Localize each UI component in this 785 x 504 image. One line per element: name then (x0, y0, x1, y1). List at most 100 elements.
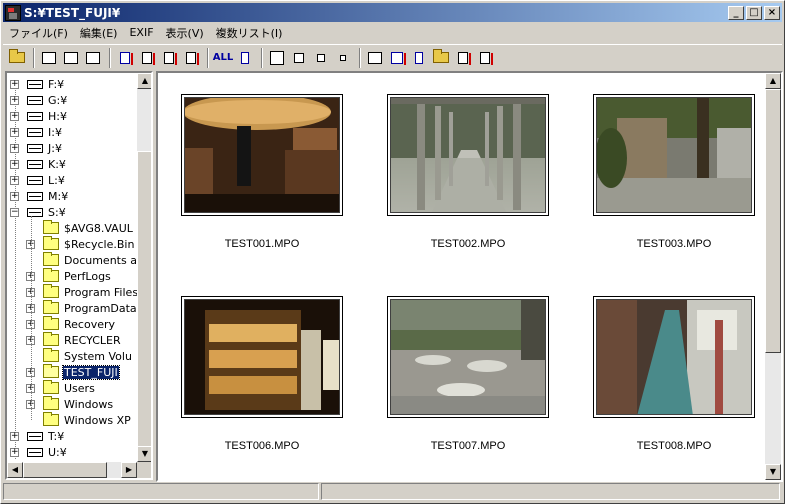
stereo-view-button[interactable] (365, 48, 385, 68)
tree-node[interactable]: J:¥ (27, 140, 63, 156)
tree-node[interactable]: I:¥ (27, 124, 63, 140)
tree-node[interactable]: Recovery (43, 316, 116, 332)
close-button[interactable]: × (764, 5, 780, 20)
tree-expander-icon[interactable]: + (10, 176, 19, 185)
tree-hscroll-thumb[interactable] (23, 462, 107, 478)
tree-node[interactable]: $Recycle.Bin (43, 236, 135, 252)
tree-node[interactable]: RECYCLER (43, 332, 122, 348)
select-all-button[interactable]: ALL (213, 48, 233, 68)
tree-node-label: L:¥ (48, 173, 65, 187)
tree-node-label: J:¥ (48, 141, 62, 155)
toolbar-separator (261, 47, 263, 68)
size-large-button[interactable] (267, 48, 287, 68)
tree-node[interactable]: Program Files (43, 284, 137, 300)
tree-scroll-right-icon[interactable]: ▶ (121, 462, 137, 478)
folder-icon (43, 300, 59, 314)
tree-expander-icon[interactable]: + (10, 144, 19, 153)
thumbnail-test008[interactable] (593, 296, 755, 418)
tree-node[interactable]: M:¥ (27, 188, 69, 204)
tree-expander-icon[interactable]: + (10, 80, 19, 89)
anaglyph-button[interactable] (387, 48, 407, 68)
folder-tree[interactable]: + F:¥ + G:¥ + H:¥ + I:¥ + J:¥ + K:¥ + L:¥ + M:¥ − S:¥ $AVG… (5, 71, 153, 480)
tree-node[interactable]: TEST_FUJI (43, 364, 120, 380)
size-tiny-button[interactable] (333, 48, 353, 68)
tree-node[interactable]: Users (43, 380, 96, 396)
tree-expander-icon[interactable]: + (10, 432, 19, 441)
tree-expander-icon[interactable]: + (10, 112, 19, 121)
view-list-button[interactable] (83, 48, 103, 68)
thumbnail-test006[interactable] (181, 296, 343, 418)
export-down-button[interactable] (453, 48, 473, 68)
drive-icon (27, 127, 43, 137)
size-small-button[interactable] (311, 48, 331, 68)
tree-horizontal-scrollbar[interactable]: ◀ ▶ (7, 462, 137, 478)
tree-node[interactable]: ProgramData (43, 300, 137, 316)
tree-node[interactable]: L:¥ (27, 172, 66, 188)
toolbar-separator (359, 47, 361, 68)
view-thumbnails-button[interactable] (39, 48, 59, 68)
gallery-scroll-down-icon[interactable]: ▼ (765, 464, 781, 480)
open-folder-icon (9, 49, 25, 63)
sort-name-button[interactable] (115, 48, 135, 68)
gallery-vertical-scrollbar[interactable]: ▲ ▼ (765, 73, 781, 480)
open-folder-button[interactable] (7, 48, 27, 68)
tree-node[interactable]: Documents a (43, 252, 137, 268)
thumbnail-view-icon (42, 51, 56, 64)
size-medium-button[interactable] (289, 48, 309, 68)
menu-edit[interactable]: 編集(E) (74, 25, 124, 41)
tree-scroll-down-icon[interactable]: ▼ (137, 446, 151, 462)
tree-node-label: U:¥ (48, 445, 67, 459)
tree-node[interactable]: PerfLogs (43, 268, 112, 284)
thumbnail-test002[interactable] (387, 94, 549, 216)
tree-node[interactable]: G:¥ (27, 92, 68, 108)
tree-button[interactable] (235, 48, 255, 68)
tree-expander-icon[interactable]: + (10, 96, 19, 105)
menu-file[interactable]: ファイル(F) (3, 25, 74, 41)
gallery-scroll-up-icon[interactable]: ▲ (765, 73, 781, 89)
tree-node[interactable]: T:¥ (27, 428, 65, 444)
tree-node[interactable]: Windows XP (43, 412, 132, 428)
tree-node[interactable]: H:¥ (27, 108, 68, 124)
tree-scroll-up-icon[interactable]: ▲ (137, 73, 151, 89)
folder-icon (43, 316, 59, 330)
tree-node[interactable]: F:¥ (27, 76, 65, 92)
tree-expander-icon[interactable]: + (10, 448, 19, 457)
tree-scroll-thumb[interactable] (137, 151, 151, 451)
tree-node-label: Documents a (64, 253, 137, 267)
menu-view[interactable]: 表示(V) (160, 25, 210, 41)
tree-node[interactable]: $AVG8.VAUL (43, 220, 134, 236)
tree-expander-icon[interactable]: + (10, 192, 19, 201)
minimize-button[interactable]: _ (728, 5, 744, 20)
thumbnail-test007[interactable] (387, 296, 549, 418)
tree-expander-icon[interactable]: + (10, 128, 19, 137)
tree-node[interactable]: System Volu (43, 348, 133, 364)
view-details-button[interactable] (61, 48, 81, 68)
drive-icon (27, 447, 43, 457)
thumbnail-test003[interactable] (593, 94, 755, 216)
sort-type-button[interactable] (181, 48, 201, 68)
sort-date-button[interactable] (137, 48, 157, 68)
save-folder-button[interactable] (431, 48, 451, 68)
tree-node[interactable]: K:¥ (27, 156, 67, 172)
tree-node[interactable]: S:¥ (27, 204, 67, 220)
menu-exif[interactable]: EXIF (123, 26, 159, 39)
tree-node[interactable]: U:¥ (27, 444, 68, 460)
export-up-button[interactable] (475, 48, 495, 68)
tree-node[interactable]: Windows (43, 396, 114, 412)
maximize-button[interactable]: □ (746, 5, 762, 20)
app-icon[interactable] (5, 4, 21, 21)
tree-expander-icon[interactable]: + (10, 160, 19, 169)
tree-vertical-scrollbar[interactable]: ▲ ▼ (137, 73, 151, 462)
drive-icon (27, 79, 43, 89)
menu-multi-list[interactable]: 複数リスト(I) (210, 25, 289, 41)
photo-stairway (596, 299, 752, 415)
tree-expander-icon[interactable]: − (10, 208, 19, 217)
size-tiny-icon (340, 54, 346, 61)
thumbnail-test001[interactable] (181, 94, 343, 216)
tree-scroll-left-icon[interactable]: ◀ (7, 462, 23, 478)
sort-size-button[interactable] (159, 48, 179, 68)
thumbnail-gallery[interactable]: TEST001.MPO TEST002.MPO TEST003.MPO TEST… (156, 71, 783, 482)
gallery-scroll-thumb[interactable] (765, 89, 781, 353)
split-button[interactable] (409, 48, 429, 68)
folder-icon (43, 284, 59, 298)
